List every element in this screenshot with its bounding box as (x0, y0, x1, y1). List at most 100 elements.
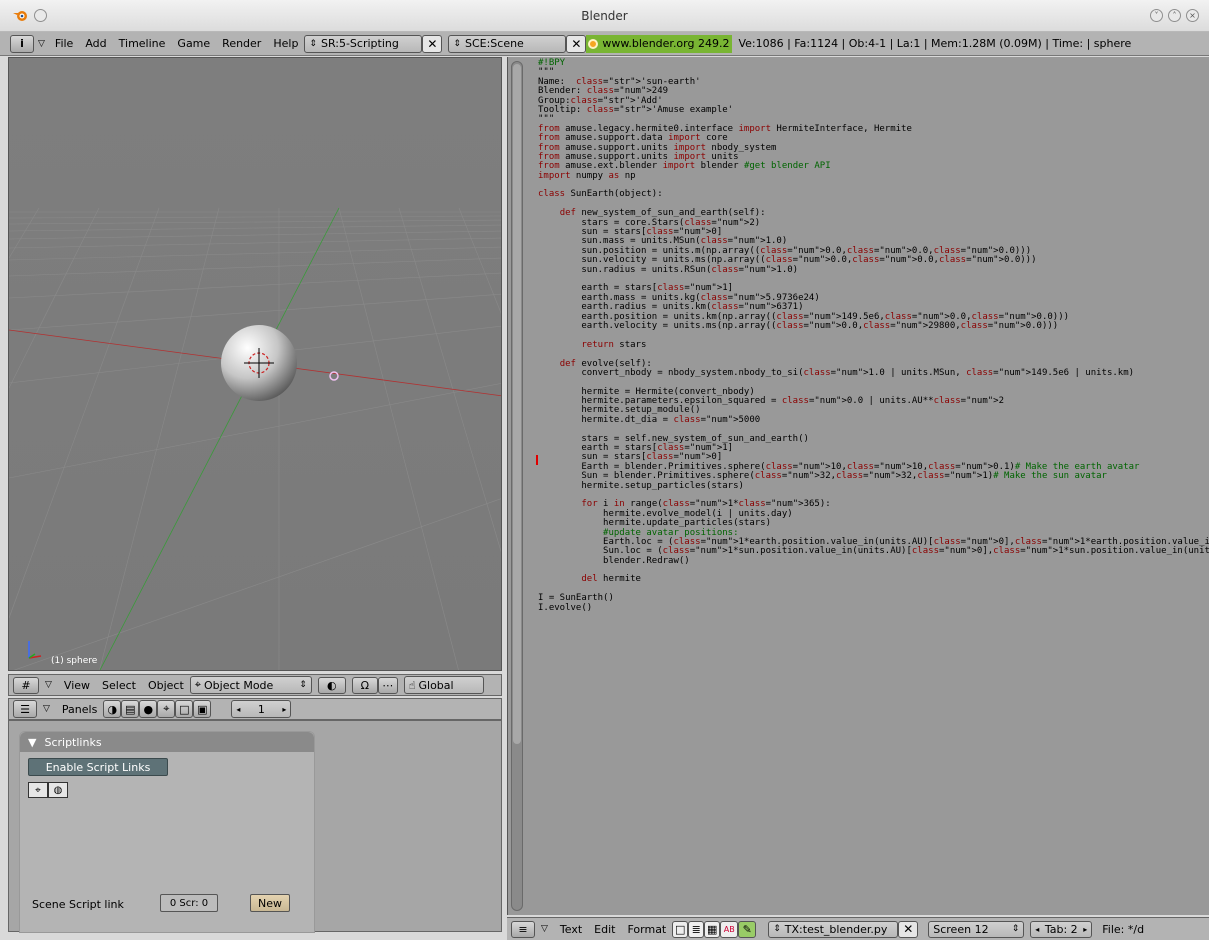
shading-icon[interactable]: ● (139, 700, 158, 718)
syntax-highlight-icon[interactable]: AB (720, 920, 739, 938)
code-line[interactable]: hermite.setup_particles(stars) (538, 481, 1209, 491)
scriptlinks-panel-header[interactable]: ▼ Scriptlinks (20, 732, 314, 752)
minimize-icon[interactable]: ˅ (1150, 9, 1163, 22)
info-window-type-button[interactable]: i (10, 34, 34, 53)
text-editor[interactable]: #!BPY """ Name: class="str">'sun-earth' Ble… (507, 57, 1209, 915)
scrollbar-thumb[interactable] (513, 64, 521, 744)
code-line[interactable] (538, 585, 1209, 594)
object-icon[interactable]: ⌖ (157, 700, 176, 718)
frame-stepper[interactable]: ◂ 1 ▸ (231, 700, 292, 718)
code-area[interactable]: #!BPY """ Name: class="str">'sun-earth' Ble… (538, 58, 1209, 613)
text-block-selector[interactable]: ⇕ TX:test_blender.py (768, 920, 899, 938)
menu-game[interactable]: Game (171, 37, 216, 50)
blender-icon (588, 38, 599, 49)
code-line[interactable]: convert_nbody = nbody_system.nbody_to_si… (538, 368, 1209, 378)
code-line[interactable]: import numpy as np (538, 171, 1209, 181)
3d-viewport[interactable]: (1) sphere (8, 57, 502, 671)
font-selector[interactable]: Screen 12 ⇕ (928, 920, 1025, 938)
scriptlinks-panel: ▼ Scriptlinks Enable Script Links ⌖ ◍ Sc… (19, 731, 315, 933)
delete-scene-button[interactable]: ✕ (566, 34, 587, 53)
menu-object[interactable]: Object (142, 679, 190, 692)
mode-selector[interactable]: ⌖ Object Mode ⇕ (189, 676, 312, 694)
menu-select[interactable]: Select (96, 679, 142, 692)
menu-panels[interactable]: Panels (56, 703, 103, 716)
enable-script-links-button[interactable]: Enable Script Links (28, 758, 168, 776)
code-line[interactable]: return stars (538, 340, 1209, 350)
updown-icon: ⇕ (773, 924, 781, 934)
text-window-type-icon[interactable]: ≡ (511, 920, 535, 938)
buttons-header: ☰ ▽ Panels ◑ ▤ ● ⌖ □ ▣ ◂ 1 ▸ (8, 698, 502, 720)
right-arrow-icon[interactable]: ▸ (1083, 925, 1087, 934)
hand-icon: ☝ (408, 678, 416, 692)
grid-window-type-icon[interactable]: # (13, 676, 39, 694)
code-line[interactable]: blender.Redraw() (538, 556, 1209, 566)
world-script-icon[interactable]: ◍ (48, 782, 68, 798)
editing-icon[interactable]: □ (175, 700, 194, 718)
code-line[interactable]: Tooltip: class="str">'Amuse example' (538, 105, 1209, 115)
script-icon[interactable]: ▤ (121, 700, 140, 718)
screen-selector[interactable]: ⇕ SR:5-Scripting (304, 34, 423, 53)
left-arrow-icon[interactable]: ◂ (236, 705, 240, 714)
word-wrap-icon[interactable]: ▦ (704, 920, 721, 938)
object-mode-icon: ⌖ (194, 678, 201, 691)
menu-view[interactable]: View (58, 679, 96, 692)
code-line[interactable]: class SunEarth(object): (538, 190, 1209, 200)
3d-view-header: # ▽ View Select Object ⌖ Object Mode ⇕ ◐… (8, 674, 502, 696)
collapse-arrow-icon[interactable]: ▽ (38, 39, 45, 49)
code-line[interactable]: I = SunEarth() (538, 593, 1209, 603)
menu-edit[interactable]: Edit (588, 923, 621, 936)
menu-add[interactable]: Add (79, 37, 112, 50)
buttons-window-type-icon[interactable]: ☰ (13, 700, 37, 718)
code-line[interactable]: from amuse.ext.blender import blender #g… (538, 161, 1209, 171)
line-numbers-icon[interactable]: ≣ (688, 920, 705, 938)
menu-format[interactable]: Format (621, 923, 672, 936)
python-plugin-icon[interactable]: ✎ (738, 920, 757, 938)
window-title: Blender (581, 9, 628, 23)
code-line[interactable]: hermite.dt_dia = class="num">5000 (538, 415, 1209, 425)
orientation-selector[interactable]: ☝ Global (403, 676, 484, 694)
object-script-icon[interactable]: ⌖ (28, 782, 48, 798)
code-line[interactable]: I.evolve() (538, 603, 1209, 613)
close-text-button[interactable]: ✕ (898, 920, 919, 938)
layer-icon[interactable]: ⋯ (377, 676, 398, 694)
axis-gizmo-icon (28, 641, 42, 659)
collapse-triangle-icon[interactable]: ▼ (28, 736, 36, 749)
draw-type-icon[interactable]: ◐ (317, 676, 346, 694)
menu-timeline[interactable]: Timeline (113, 37, 172, 50)
delete-screen-button[interactable]: ✕ (422, 34, 443, 53)
new-script-link-button[interactable]: New (250, 894, 290, 912)
scene-script-link-label: Scene Script link (32, 898, 124, 911)
active-object-label: (1) sphere (51, 656, 98, 666)
right-arrow-icon[interactable]: ▸ (282, 705, 286, 714)
collapse-arrow-icon[interactable]: ▽ (541, 924, 548, 934)
pivot-icon[interactable]: Ω (351, 676, 378, 694)
text-editor-header: ≡ ▽ Text Edit Format □ ≣ ▦ AB ✎ ⇕ TX:tes… (507, 917, 1209, 940)
code-line[interactable]: #!BPY (538, 58, 1209, 68)
text-scrollbar[interactable] (511, 61, 523, 911)
buttons-area: ▼ Scriptlinks Enable Script Links ⌖ ◍ Sc… (8, 720, 502, 933)
menu-render[interactable]: Render (216, 37, 267, 50)
maximize-icon[interactable]: ˄ (1168, 9, 1181, 22)
logic-icon[interactable]: ◑ (103, 700, 122, 718)
left-arrow-icon[interactable]: ◂ (1035, 925, 1039, 934)
code-line[interactable]: sun.radius = units.RSun(class="num">1.0) (538, 265, 1209, 275)
title-bar: Blender ˅ ˄ × (0, 0, 1209, 32)
fullscreen-icon[interactable]: □ (672, 920, 689, 938)
menu-help[interactable]: Help (267, 37, 304, 50)
code-line[interactable]: earth.velocity = units.ms(np.array((clas… (538, 321, 1209, 331)
scene-script-number-field[interactable]: 0 Scr: 0 (160, 894, 218, 912)
scene-icon[interactable]: ▣ (193, 700, 212, 718)
viewport-grid (9, 207, 501, 670)
scene-selector[interactable]: ⇕ SCE:Scene (448, 34, 567, 53)
menu-file[interactable]: File (49, 37, 79, 50)
tab-width-stepper[interactable]: ◂ Tab: 2 ▸ (1030, 920, 1093, 938)
top-header: i ▽ File Add Timeline Game Render Help ⇕… (0, 32, 1209, 56)
updown-icon: ⇕ (309, 38, 317, 49)
updown-icon: ⇕ (453, 38, 461, 49)
menu-text[interactable]: Text (554, 923, 588, 936)
close-icon[interactable]: × (1186, 9, 1199, 22)
collapse-arrow-icon[interactable]: ▽ (45, 680, 52, 690)
blender-url-badge[interactable]: www.blender.org 249.2 (586, 34, 733, 53)
code-line[interactable]: del hermite (538, 575, 1209, 585)
collapse-arrow-icon[interactable]: ▽ (43, 704, 50, 714)
